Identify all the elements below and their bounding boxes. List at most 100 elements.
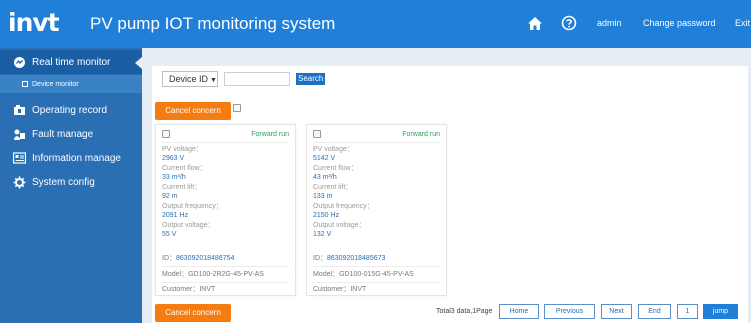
id-label: ID： <box>313 255 327 262</box>
field-label: Current flow： <box>162 165 207 172</box>
current-flow-field: Current flow： 43 m³/h <box>313 164 358 182</box>
page-next-button[interactable]: Next <box>601 304 632 319</box>
current-lift-field: Current lift： 133 m <box>313 183 352 201</box>
divider <box>313 142 440 143</box>
chevron-down-icon: ▼ <box>210 77 217 84</box>
field-value: 92 m <box>162 193 178 200</box>
sidebar-item-label: Real time monitor <box>32 56 111 68</box>
cancel-concern-button-bottom[interactable]: Cancel concern <box>155 304 231 322</box>
sidebar-item-label: Operating record <box>32 104 108 116</box>
select-all-checkbox[interactable] <box>233 104 241 112</box>
square-icon <box>22 81 28 87</box>
model-value: GD100-2R2G-45-PV-AS <box>188 271 264 278</box>
current-flow-field: Current flow： 33 m³/h <box>162 164 207 182</box>
field-label: Output voltage： <box>162 222 215 229</box>
field-value: 132 V <box>313 231 332 238</box>
exit-link[interactable]: Exit <box>735 16 750 30</box>
sidebar-item-operating-record[interactable]: Operating record <box>0 98 142 122</box>
sidebar-item-label: System config <box>32 176 95 188</box>
field-label: Output frequency： <box>313 203 374 210</box>
pv-voltage-field: PV voltage： 5142 V <box>313 145 354 163</box>
field-label: Current lift： <box>313 184 353 191</box>
change-password-link[interactable]: Change password <box>643 16 716 30</box>
search-bar: Device ID ▼ Search <box>162 70 326 88</box>
field-value: 2091 Hz <box>162 212 189 219</box>
sidebar-item-system-config[interactable]: System config <box>0 170 142 194</box>
field-value: 133 m <box>313 193 333 200</box>
model-row: Model：GD100-015G-45-PV-AS <box>313 270 414 279</box>
field-label: Current flow： <box>313 165 358 172</box>
output-voltage-field: Output voltage： 55 V <box>162 221 215 239</box>
info-icon <box>12 151 26 165</box>
device-panel: Device ID ▼ Search Cancel concern Forward… <box>152 66 748 323</box>
field-value: 2150 Hz <box>313 212 340 219</box>
field-value: 2963 V <box>162 155 185 162</box>
model-value: GD100-015G-45-PV-AS <box>339 271 414 278</box>
sidebar-item-real-time-monitor[interactable]: Real time monitor <box>0 50 142 74</box>
divider <box>162 282 289 283</box>
customer-row: Customer：INVT <box>162 285 215 294</box>
pv-voltage-field: PV voltage： 2963 V <box>162 145 203 163</box>
field-label: Output frequency： <box>162 203 223 210</box>
divider <box>162 266 289 267</box>
sidebar-subitem-device-monitor[interactable]: Device monitor <box>0 75 142 93</box>
customer-value: INVT <box>350 286 367 293</box>
page-end-button[interactable]: End <box>638 304 671 319</box>
field-value: 43 m³/h <box>313 174 337 181</box>
cancel-concern-button[interactable]: Cancel concern <box>155 102 231 120</box>
output-frequency-field: Output frequency： 2091 Hz <box>162 202 223 220</box>
device-id: 863092018486754 <box>176 255 235 262</box>
status-badge: Forward run <box>402 131 440 138</box>
sidebar-nav: Real time monitor Device monitor Operati… <box>0 48 142 323</box>
user-menu-admin[interactable]: admin <box>597 16 622 30</box>
sidebar-subitem-label: Device monitor <box>32 80 79 88</box>
divider <box>313 282 440 283</box>
page-number-input[interactable]: 1 <box>677 304 698 319</box>
sidebar-item-fault-manage[interactable]: Fault manage <box>0 122 142 146</box>
device-id: 863092018485673 <box>327 255 386 262</box>
sidebar-item-label: Fault manage <box>32 128 94 140</box>
device-card: Forward run PV voltage： 5142 V Current f… <box>306 124 447 296</box>
select-value: Device ID <box>169 74 209 84</box>
sidebar-item-label: Information manage <box>32 152 121 164</box>
status-badge: Forward run <box>251 131 289 138</box>
page-home-button[interactable]: Home <box>499 304 539 319</box>
fault-icon <box>12 127 26 141</box>
customer-label: Customer： <box>313 286 351 293</box>
record-icon <box>12 103 26 117</box>
field-label: Current lift： <box>162 184 202 191</box>
field-label: Output voltage： <box>313 222 366 229</box>
monitor-icon <box>12 55 26 69</box>
current-lift-field: Current lift： 92 m <box>162 183 201 201</box>
app-title: PV pump IOT monitoring system <box>90 14 336 33</box>
device-card: Forward run PV voltage： 2963 V Current f… <box>155 124 296 296</box>
home-icon[interactable] <box>524 12 546 34</box>
divider <box>313 266 440 267</box>
top-header: invt PV pump IOT monitoring system admin… <box>0 0 751 48</box>
customer-value: INVT <box>199 286 216 293</box>
output-voltage-field: Output voltage： 132 V <box>313 221 366 239</box>
customer-row: Customer：INVT <box>313 285 366 294</box>
page-previous-button[interactable]: Previous <box>544 304 595 319</box>
pagination-info: Total3 data,1Page <box>436 308 493 315</box>
field-value: 55 V <box>162 231 177 238</box>
search-button[interactable]: Search <box>296 73 326 85</box>
main-content: Device ID ▼ Search Cancel concern Forward… <box>142 48 751 323</box>
output-frequency-field: Output frequency： 2150 Hz <box>313 202 374 220</box>
field-value: 33 m³/h <box>162 174 186 181</box>
page-jump-button[interactable]: jump <box>703 304 738 319</box>
sidebar-item-information-manage[interactable]: Information manage <box>0 146 142 170</box>
device-id-select[interactable]: Device ID ▼ <box>162 71 218 87</box>
brand-logo: invt <box>8 8 60 37</box>
device-checkbox[interactable] <box>162 130 170 138</box>
device-id-row: ID：863092018485673 <box>313 254 385 263</box>
search-input[interactable] <box>224 72 290 86</box>
field-label: PV voltage： <box>162 146 203 153</box>
id-label: ID： <box>162 255 176 262</box>
config-icon <box>12 175 26 189</box>
help-icon[interactable] <box>558 12 580 34</box>
device-checkbox[interactable] <box>313 130 321 138</box>
field-label: PV voltage： <box>313 146 354 153</box>
model-label: Model： <box>313 271 340 278</box>
device-id-row: ID：863092018486754 <box>162 254 234 263</box>
